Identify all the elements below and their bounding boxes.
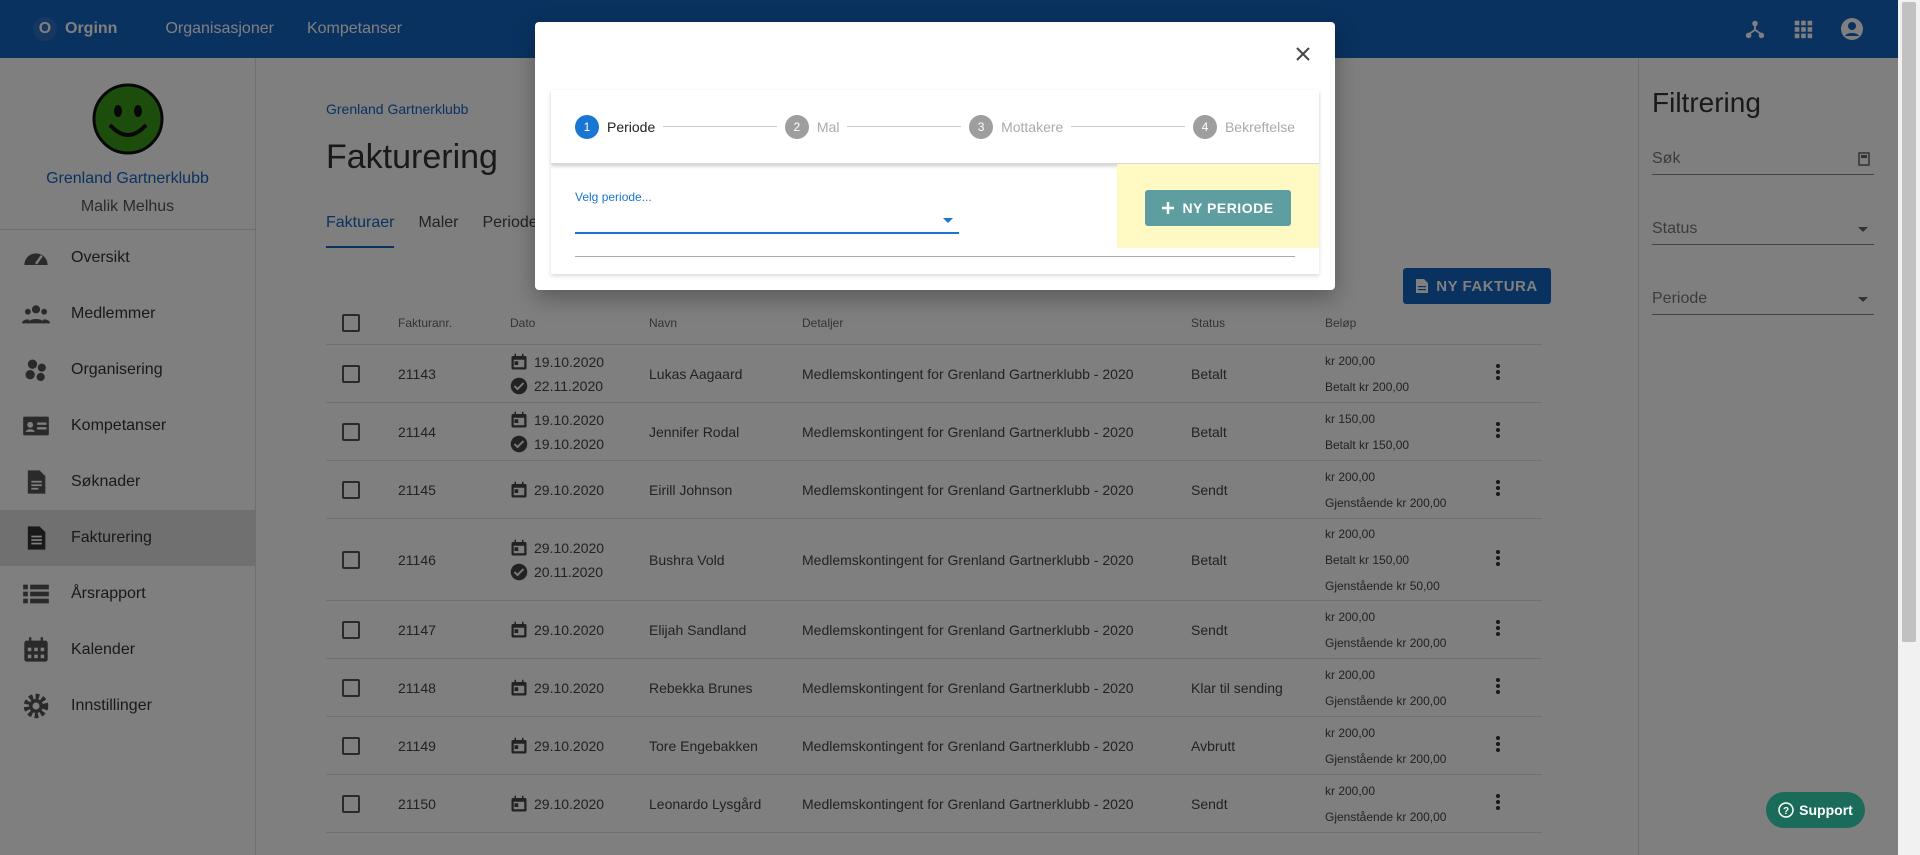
period-select-label: Velg periode... [575,190,652,204]
support-button[interactable]: ? Support [1766,792,1865,828]
step-mottakere[interactable]: 3 Mottakere [969,114,1064,139]
scrollbar-thumb[interactable] [1902,2,1916,642]
plus-icon [1162,202,1175,214]
step-bekreftelse[interactable]: 4 Bekreftelse [1192,114,1295,139]
step-number: 2 [784,114,809,139]
new-period-label: NY PERIODE [1182,200,1274,216]
invoice-wizard-dialog: 1 Periode 2 Mal 3 Mottakere 4 Bekreftels… [535,22,1335,290]
chevron-down-icon [943,218,953,223]
step-connector [1071,126,1185,127]
page-scrollbar[interactable] [1898,0,1920,855]
step-mal[interactable]: 2 Mal [784,114,840,139]
close-icon[interactable] [1295,46,1311,62]
step-label: Mal [816,118,840,135]
step-connector [663,126,777,127]
step-number: 3 [969,114,994,139]
step-number: 1 [575,114,599,139]
divider [575,256,1295,257]
step-label: Mottakere [1001,118,1064,135]
period-dropdown[interactable] [575,210,959,234]
help-icon: ? [1778,802,1794,818]
step-number: 4 [1192,114,1217,139]
step-periode[interactable]: 1 Periode [575,114,656,139]
svg-text:?: ? [1783,806,1789,817]
support-label: Support [1799,802,1853,818]
step-connector [847,126,962,127]
wizard-step-content: Velg periode... NY PERIODE [551,164,1319,274]
wizard-stepper: 1 Periode 2 Mal 3 Mottakere 4 Bekreftels… [551,90,1319,164]
step-label: Bekreftelse [1224,118,1295,135]
new-period-button[interactable]: NY PERIODE [1145,190,1291,226]
step-label: Periode [607,118,656,135]
